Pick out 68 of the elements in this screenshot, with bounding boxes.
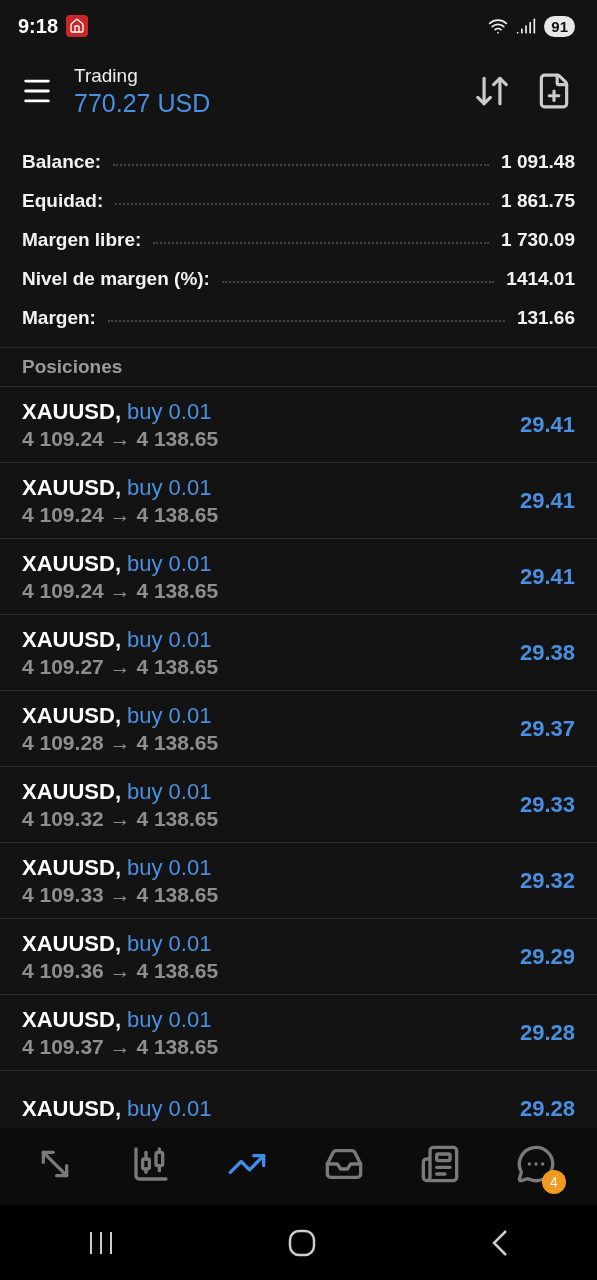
position-symbol: XAUUSD,: [22, 778, 121, 805]
position-row[interactable]: XAUUSD, buy 0.01 4 109.33 → 4 138.65 29.32: [0, 843, 597, 919]
summary-label: Balance:: [22, 150, 102, 173]
position-profit: 29.32: [519, 867, 575, 894]
position-symbol: XAUUSD,: [22, 854, 121, 881]
account-balance: 770.27 USD: [74, 88, 212, 118]
position-prices: 4 109.28 → 4 138.65: [22, 730, 220, 755]
screen-title: Trading: [74, 64, 139, 87]
position-prices: 4 109.24 → 4 138.65: [22, 426, 220, 451]
position-symbol: XAUUSD,: [22, 1095, 121, 1122]
position-row[interactable]: XAUUSD, buy 0.01 4 109.37 → 4 138.65 29.28: [0, 995, 597, 1071]
position-order: buy 0.01: [127, 626, 212, 653]
unread-badge: 4: [541, 1169, 566, 1194]
position-row[interactable]: XAUUSD, buy 0.01 4 109.24 → 4 138.65 29.41: [0, 387, 597, 463]
position-symbol: XAUUSD,: [22, 550, 121, 577]
summary-label: Equidad:: [22, 189, 104, 212]
position-row[interactable]: XAUUSD, buy 0.01 4 109.32 → 4 138.65 29.33: [0, 767, 597, 843]
position-profit: 29.41: [519, 563, 575, 590]
newspaper-icon: [419, 1143, 460, 1184]
position-profit: 29.28: [519, 1019, 575, 1046]
summary-value: 1 091.48: [501, 150, 575, 173]
position-order: buy 0.01: [127, 702, 212, 729]
position-row[interactable]: XAUUSD, buy 0.01 4 109.36 → 4 138.65 29.29: [0, 919, 597, 995]
position-order: buy 0.01: [127, 398, 212, 425]
section-title: Posiciones: [22, 356, 123, 378]
app-notification-icon: [66, 15, 89, 37]
position-prices: 4 109.27 → 4 138.65: [22, 654, 220, 679]
position-order: buy 0.01: [127, 1095, 212, 1122]
position-order: buy 0.01: [127, 550, 212, 577]
summary-label: Margen:: [22, 306, 96, 329]
position-prices: 4 109.32 → 4 138.65: [22, 806, 220, 831]
position-symbol: XAUUSD,: [22, 1006, 121, 1033]
position-prices: 4 109.24 → 4 138.65: [22, 578, 220, 603]
position-order: buy 0.01: [127, 778, 212, 805]
status-time: 9:18: [18, 14, 59, 38]
position-row[interactable]: XAUUSD, buy 0.01 4 109.24 → 4 138.65 29.41: [0, 463, 597, 539]
position-order: buy 0.01: [127, 854, 212, 881]
summary-value: 131.66: [516, 306, 575, 329]
position-row[interactable]: XAUUSD, buy 0.01 4 109.24 → 4 138.65 29.41: [0, 539, 597, 615]
position-profit: 29.37: [519, 715, 575, 742]
position-row[interactable]: XAUUSD, buy 0.01 4 109.28 → 4 138.65 29.37: [0, 691, 597, 767]
position-prices: 4 109.37 → 4 138.65: [22, 1034, 220, 1059]
position-symbol: XAUUSD,: [22, 702, 121, 729]
position-symbol: XAUUSD,: [22, 930, 121, 957]
summary-value: 1 730.09: [501, 228, 575, 251]
position-row[interactable]: XAUUSD, buy 0.01 4 109.27 → 4 138.65 29.38: [0, 615, 597, 691]
position-order: buy 0.01: [127, 930, 212, 957]
signal-icon: [516, 16, 537, 36]
summary-label: Margen libre:: [22, 228, 142, 251]
position-profit: 29.33: [519, 791, 575, 818]
position-profit: 29.28: [519, 1095, 575, 1122]
position-profit: 29.29: [519, 943, 575, 970]
position-profit: 29.41: [519, 487, 575, 514]
battery-level: 91: [544, 15, 575, 37]
position-order: buy 0.01: [127, 474, 212, 501]
position-order: buy 0.01: [127, 1006, 212, 1033]
position-prices: 4 109.36 → 4 138.65: [22, 958, 220, 983]
summary-label: Nivel de margen (%):: [22, 267, 210, 290]
summary-value: 1 861.75: [501, 189, 575, 212]
summary-value: 1414.01: [506, 267, 575, 290]
position-profit: 29.38: [519, 639, 575, 666]
position-profit: 29.41: [519, 411, 575, 438]
position-prices: 4 109.24 → 4 138.65: [22, 502, 220, 527]
position-symbol: XAUUSD,: [22, 398, 121, 425]
position-symbol: XAUUSD,: [22, 626, 121, 653]
position-prices: 4 109.33 → 4 138.65: [22, 882, 220, 907]
wifi-icon: [488, 16, 509, 36]
position-symbol: XAUUSD,: [22, 474, 121, 501]
